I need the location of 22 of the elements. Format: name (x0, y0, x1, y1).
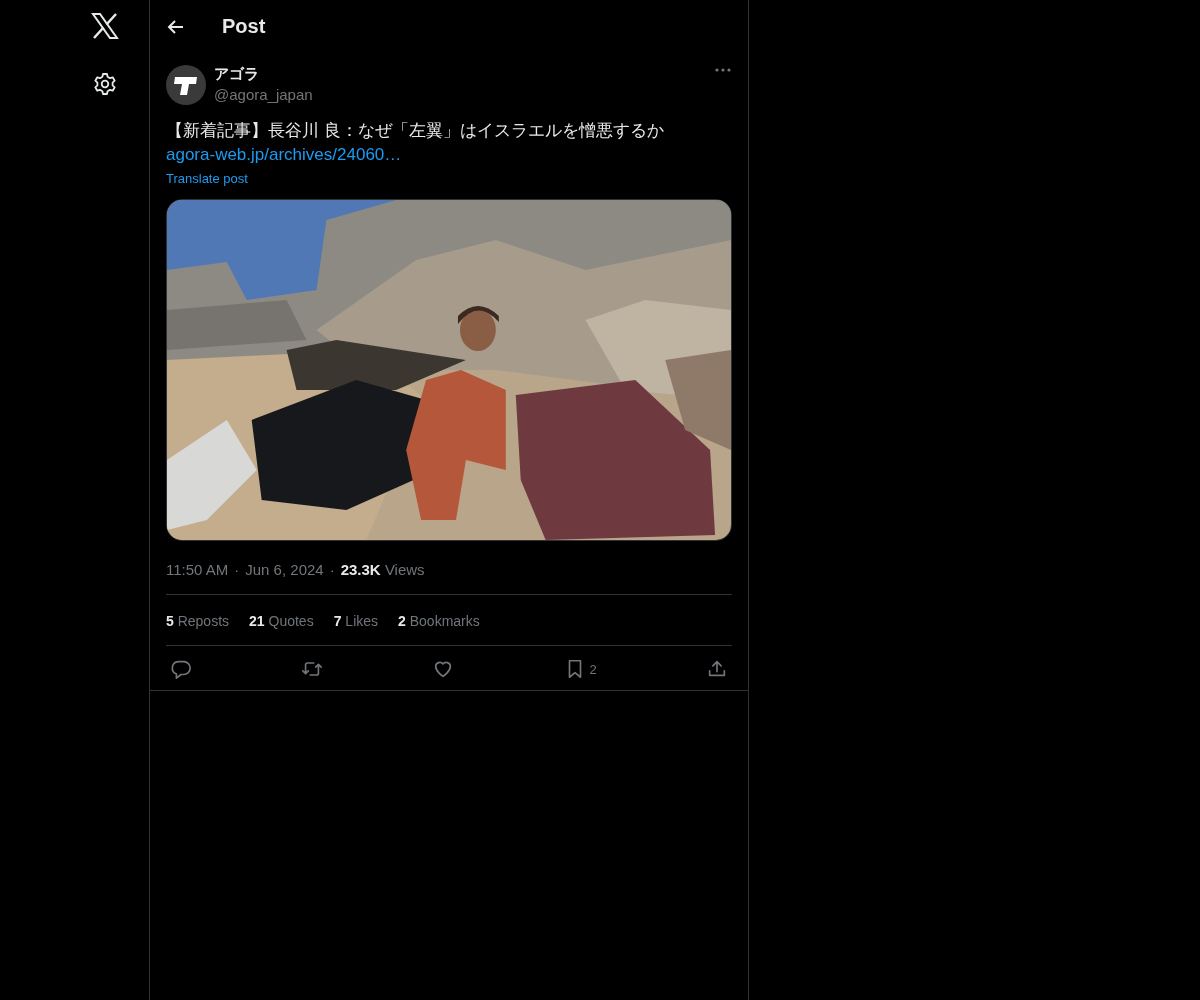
separator-dot: · (234, 561, 240, 578)
post-date[interactable]: Jun 6, 2024 (245, 561, 324, 578)
stat-link[interactable]: 2 Bookmarks (398, 613, 480, 629)
reply-button[interactable] (170, 658, 192, 680)
page-title: Post (222, 15, 266, 38)
bookmark-count: 2 (589, 661, 597, 677)
author-name[interactable]: アゴラ (214, 65, 706, 84)
stat-link[interactable]: 21 Quotes (249, 613, 314, 629)
stat-link[interactable]: 5 Reposts (166, 613, 230, 629)
more-icon[interactable] (714, 67, 732, 73)
avatar[interactable] (166, 65, 206, 105)
settings-icon[interactable] (93, 72, 117, 96)
separator-dot: · (329, 561, 335, 578)
bookmark-button[interactable]: 2 (563, 658, 597, 680)
post-time[interactable]: 11:50 AM (166, 561, 229, 578)
views-count: 23.3K Views (340, 561, 425, 578)
article-link[interactable]: agora-web.jp/archives/24060… (166, 145, 402, 164)
translate-link[interactable]: Translate post (166, 171, 248, 186)
author-handle[interactable]: @agora_japan (214, 86, 706, 103)
post-text: 【新着記事】長谷川 良：なぜ「左翼」はイスラエルを憎悪するか agora-web.jp/archives/24060… (166, 120, 665, 166)
stat-link[interactable]: 7 Likes (333, 613, 379, 629)
logo[interactable] (91, 13, 119, 39)
